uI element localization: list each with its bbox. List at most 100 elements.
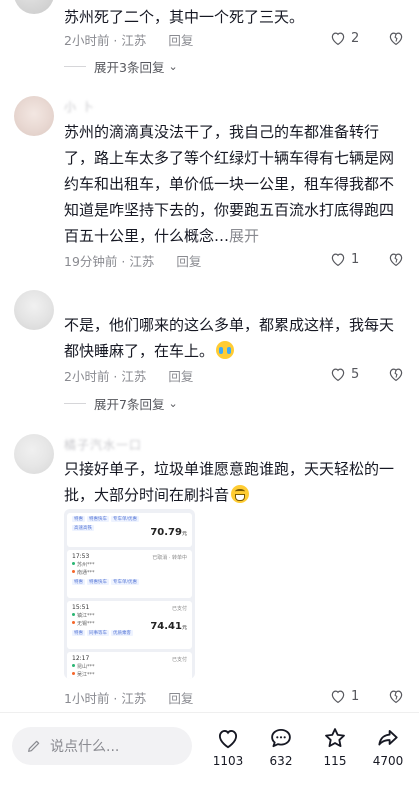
order-status: 已支付 (171, 657, 187, 663)
reply-button[interactable]: 回复 (168, 366, 193, 385)
reply-button[interactable]: 回复 (168, 688, 193, 707)
comment-actions: 2 (329, 29, 405, 47)
heart-icon (331, 32, 345, 46)
heart-icon (218, 730, 238, 749)
order-origin: 昆山*** (72, 663, 187, 670)
order-tags: 特惠 特惠快车 专车单/优惠 (72, 579, 187, 585)
order-tag: 特惠快车 (87, 516, 109, 522)
dislike-button[interactable] (387, 29, 405, 47)
like-count: 1 (351, 251, 360, 267)
comment-actions: 1 (329, 687, 405, 705)
comment-meta: 2小时前 · 江苏 回复 (64, 366, 193, 385)
order-price: 74.41元 (150, 621, 187, 632)
pencil-icon (28, 740, 40, 752)
order-origin: 镇江*** (72, 612, 187, 619)
order-price-value: 70.79 (150, 527, 182, 538)
avatar[interactable] (14, 96, 54, 136)
avatar[interactable] (14, 0, 54, 14)
order-card: 12:17 已支付 昆山*** 吴江*** (67, 652, 192, 679)
reply-button[interactable]: 回复 (176, 251, 201, 270)
like-button[interactable]: 5 (329, 365, 361, 383)
bottom-bar: 说点什么... 1103 632 115 4700 (0, 712, 419, 800)
order-destination-text: 无锡*** (77, 621, 95, 627)
order-tag: 优质乘客 (111, 630, 133, 636)
chevron-down-icon: ⌄ (168, 60, 178, 73)
order-tag: 特惠快车 (87, 579, 109, 585)
order-origin-text: 昆山*** (77, 664, 95, 670)
order-time: 15:51 (72, 604, 90, 611)
comment-actions: 5 (329, 365, 405, 383)
video-like-count: 1103 (212, 754, 244, 768)
order-card: 特惠 特惠快车 专车单/优惠 高速高铁 70.79元 (67, 513, 192, 547)
order-tag: 同事等车 (87, 630, 109, 636)
heart-icon (331, 690, 345, 704)
broken-heart-icon (389, 253, 403, 267)
like-button[interactable]: 2 (329, 29, 361, 47)
like-button[interactable]: 1 (329, 687, 361, 705)
share-button[interactable]: 4700 (365, 725, 411, 768)
expand-replies-label: 展开7条回复 (94, 397, 165, 412)
comment-username[interactable]: 橘子汽水一口 (64, 436, 142, 453)
star-icon (325, 728, 345, 748)
order-time: 12:17 (72, 655, 90, 662)
avatar[interactable] (14, 434, 54, 474)
comment-time: 2小时前 · 江苏 (64, 369, 147, 384)
avatar[interactable] (14, 290, 54, 330)
order-tag: 专车单/优惠 (111, 579, 140, 585)
order-tag: 特惠 (72, 516, 85, 522)
order-price-value: 74.41 (150, 621, 182, 632)
comment-username[interactable]: 小 卜 (64, 98, 95, 115)
comment-meta: 2小时前 · 江苏 回复 (64, 30, 193, 49)
share-count: 4700 (372, 754, 404, 768)
like-count: 5 (351, 366, 360, 382)
order-destination-text: 吴江*** (77, 672, 95, 678)
order-status: 已支付 (171, 606, 187, 612)
like-button[interactable]: 1 (329, 250, 361, 268)
like-count: 2 (351, 30, 360, 46)
like-count: 1 (351, 688, 360, 704)
comment-bubble-icon (271, 728, 291, 748)
favorite-count: 115 (323, 754, 347, 768)
favorite-button[interactable]: 115 (312, 725, 358, 768)
cry-emoji-icon (216, 341, 235, 359)
heart-icon (331, 253, 345, 267)
comment-meta: 1小时前 · 江苏 回复 (64, 688, 193, 707)
order-status: 已取消 · 转单中 (152, 555, 187, 561)
order-card: 17:53 已取消 · 转单中 苏州*** 南通*** 特惠 特惠快车 专车单/… (67, 550, 192, 598)
divider-line (64, 66, 86, 67)
dislike-button[interactable] (387, 250, 405, 268)
order-price-unit: 元 (181, 625, 187, 631)
expand-text-link[interactable]: 展开 (229, 227, 259, 245)
expand-replies-button[interactable]: 展开7条回复 ⌄ (64, 394, 178, 413)
divider-line (64, 403, 86, 404)
expand-replies-label: 展开3条回复 (94, 60, 165, 75)
comment-text: 只接好单子，垃圾单谁愿意跑谁跑，天天轻松的一批，大部分时间在刷抖音 (64, 456, 404, 508)
comment-input-placeholder: 说点什么... (50, 739, 120, 755)
heart-icon (331, 368, 345, 382)
reply-button[interactable]: 回复 (168, 30, 193, 49)
comment-count: 632 (269, 754, 293, 768)
comments-button[interactable]: 632 (258, 725, 304, 768)
order-origin: 苏州*** (72, 561, 187, 568)
comment-meta: 19分钟前 · 江苏 回复 (64, 251, 201, 270)
comment-time: 1小时前 · 江苏 (64, 691, 147, 706)
order-price-unit: 元 (181, 531, 187, 537)
comment-text-body: 只接好单子，垃圾单谁愿意跑谁跑，天天轻松的一批，大部分时间在刷抖音 (64, 460, 395, 504)
order-tag: 专车单/优惠 (111, 516, 140, 522)
order-destination: 吴江*** (72, 671, 187, 678)
comment-text: 不是，他们哪来的这么多单，都累成这样，我每天都快睡麻了，在车上。 (64, 312, 404, 364)
comment-image[interactable]: 特惠 特惠快车 专车单/优惠 高速高铁 70.79元 17:53 已取消 · 转… (64, 509, 195, 679)
dislike-button[interactable] (387, 365, 405, 383)
dislike-button[interactable] (387, 687, 405, 705)
broken-heart-icon (389, 368, 403, 382)
expand-replies-button[interactable]: 展开3条回复 ⌄ (64, 57, 178, 76)
like-video-button[interactable]: 1103 (205, 725, 251, 768)
order-origin-text: 镇江*** (77, 613, 95, 619)
comment-input[interactable]: 说点什么... (12, 727, 192, 765)
order-card: 15:51 已支付 镇江*** 无锡*** 特惠 同事等车 优质乘客 74.41… (67, 601, 192, 649)
comment-time: 2小时前 · 江苏 (64, 33, 147, 48)
order-tag: 高速高铁 (72, 525, 94, 531)
grin-emoji-icon (231, 485, 250, 503)
order-tags: 特惠 特惠快车 专车单/优惠 (72, 516, 187, 522)
share-arrow-icon (378, 730, 398, 746)
